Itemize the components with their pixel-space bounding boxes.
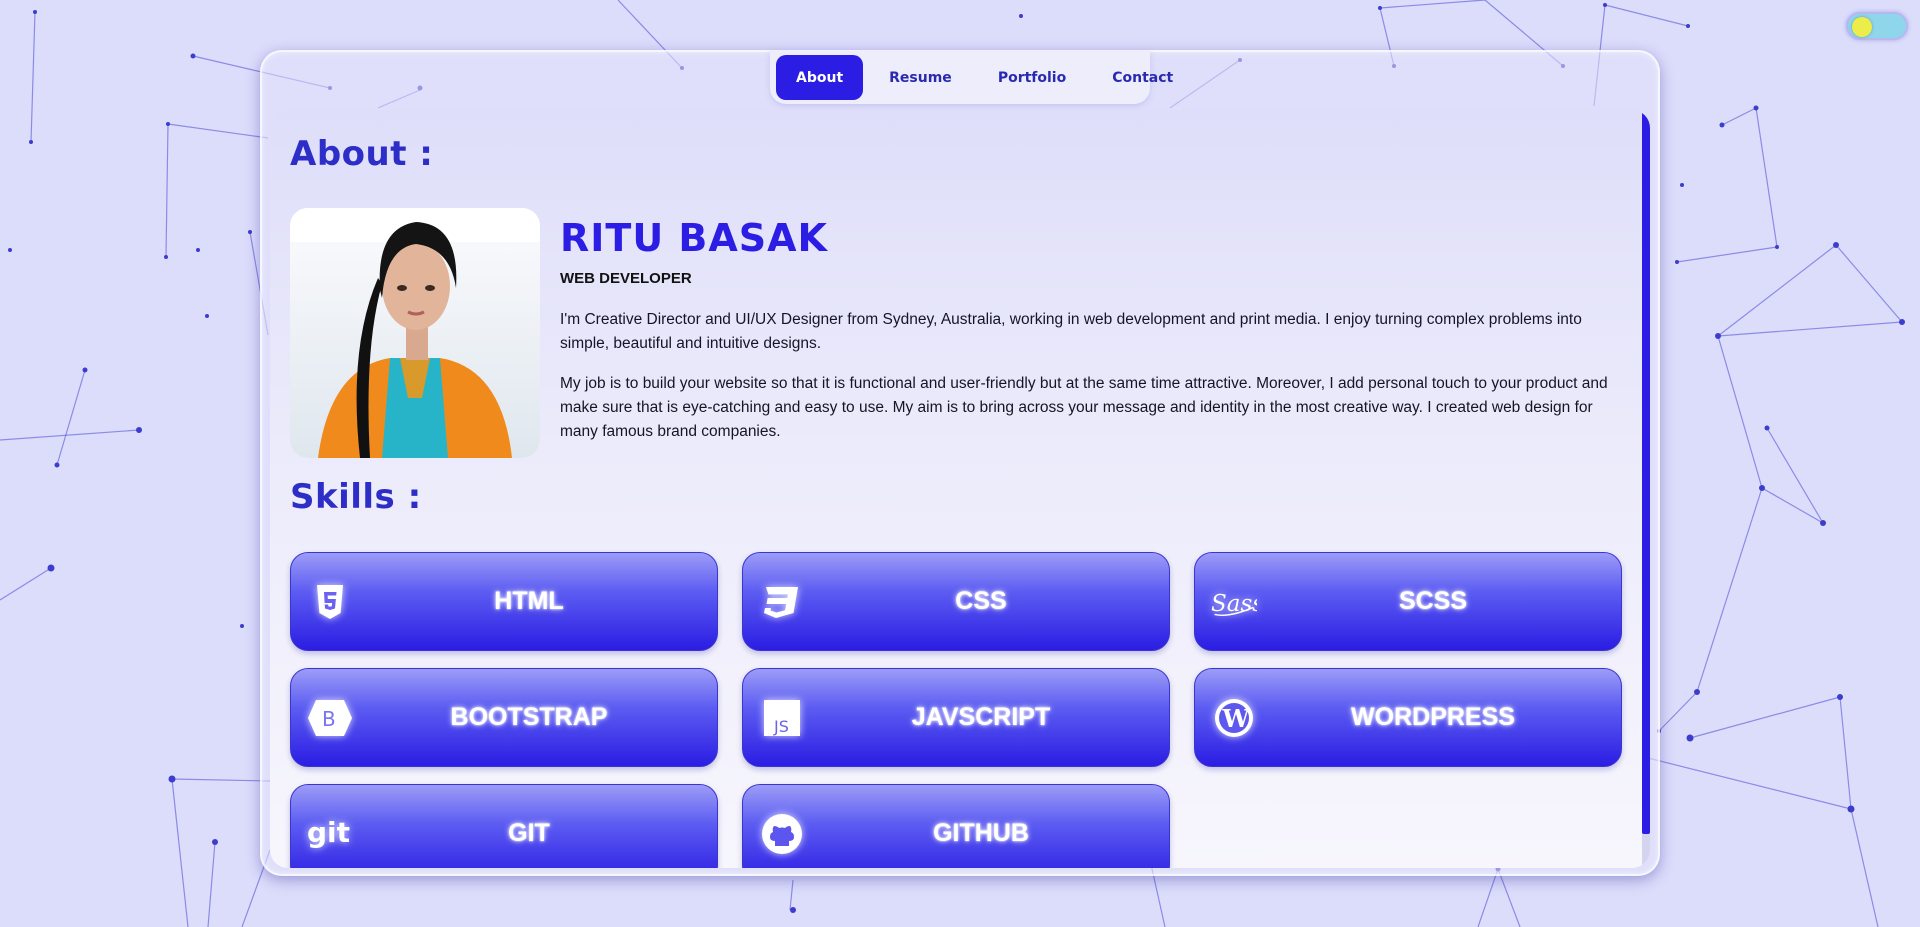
skill-card-github[interactable]: GITHUB: [742, 784, 1170, 868]
wordpress-icon: W: [1211, 697, 1257, 739]
bootstrap-icon: B: [307, 697, 353, 739]
nav-tab-portfolio[interactable]: Portfolio: [978, 55, 1086, 100]
javascript-icon: JS: [759, 697, 805, 739]
nav-tab-resume[interactable]: Resume: [869, 55, 972, 100]
svg-text:JS: JS: [773, 717, 789, 736]
bio-paragraph: I'm Creative Director and UI/UX Designer…: [560, 311, 1582, 352]
skill-label: GIT: [508, 819, 550, 847]
skill-label: SCSS: [1398, 587, 1468, 615]
theme-toggle-switch[interactable]: [1846, 12, 1908, 40]
profile-name: RITU BASAK: [560, 216, 829, 260]
sass-icon: Sass: [1211, 581, 1257, 623]
skill-card-wordpress[interactable]: W WORDPRESS: [1194, 668, 1622, 767]
skill-label: BOOTSTRAP: [450, 703, 608, 731]
about-content-panel: About : RITU BASAK WEB DEVELOPER I'm Cre…: [270, 110, 1650, 868]
skill-label: CSS: [955, 587, 1007, 615]
skill-card-scss[interactable]: Sass SCSS: [1194, 552, 1622, 651]
nav-tab-about[interactable]: About: [776, 55, 864, 100]
skill-card-css[interactable]: CSS: [742, 552, 1170, 651]
bio-paragraph: My job is to build your website so that …: [560, 375, 1608, 440]
html5-icon: [307, 581, 353, 623]
about-section-title: About :: [290, 134, 434, 174]
skill-label: GITHUB: [933, 819, 1029, 847]
svg-text:Sass: Sass: [1211, 591, 1257, 617]
profile-role: WEB DEVELOPER: [560, 270, 692, 287]
skill-card-git[interactable]: git GIT: [290, 784, 718, 868]
profile-photo: [290, 208, 540, 458]
skill-label: WORDPRESS: [1351, 703, 1515, 731]
skills-section-title: Skills :: [290, 477, 422, 517]
nav-tab-contact[interactable]: Contact: [1092, 55, 1193, 100]
css3-icon: [759, 581, 805, 623]
svg-text:git: git: [307, 816, 350, 849]
svg-text:B: B: [322, 707, 336, 731]
scrollbar-thumb[interactable]: [1642, 110, 1650, 834]
theme-toggle-knob: [1852, 17, 1872, 37]
skill-card-html[interactable]: HTML: [290, 552, 718, 651]
skill-card-bootstrap[interactable]: B BOOTSTRAP: [290, 668, 718, 767]
skill-label: HTML: [494, 587, 564, 615]
svg-text:W: W: [1222, 704, 1251, 733]
skill-card-javascript[interactable]: JS JAVSCRIPT: [742, 668, 1170, 767]
git-icon: git: [307, 813, 353, 855]
skill-label: JAVSCRIPT: [911, 703, 1051, 731]
github-icon: [759, 813, 805, 855]
top-navigation: About Resume Portfolio Contact: [770, 51, 1173, 104]
